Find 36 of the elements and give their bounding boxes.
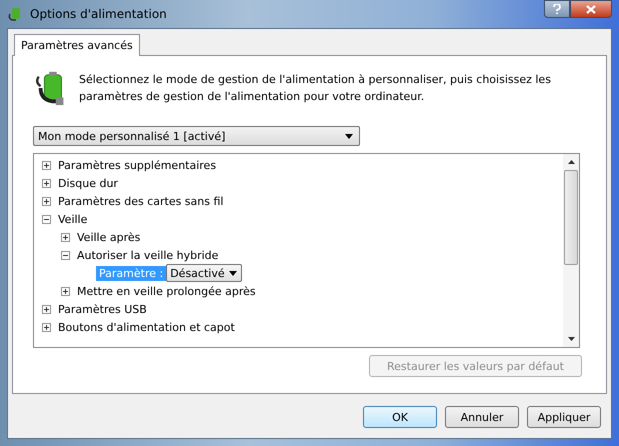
scroll-down-icon[interactable]	[568, 337, 574, 341]
tree-item[interactable]: Paramètres des cartes sans fil	[58, 194, 224, 208]
power-plan-dropdown[interactable]: Mon mode personnalisé 1 [activé]	[33, 126, 360, 146]
help-icon	[553, 4, 561, 14]
window-title: Options d'alimentation	[30, 7, 168, 21]
setting-dropdown[interactable]: Désactivé	[166, 264, 242, 282]
tree-item[interactable]: Boutons d'alimentation et capot	[58, 320, 235, 334]
close-icon	[586, 4, 596, 14]
tab[interactable]: Paramètres avancés	[14, 34, 140, 56]
tree-item[interactable]: Disque dur	[58, 176, 118, 190]
scroll-thumb[interactable]	[564, 170, 578, 265]
expander-icon[interactable]	[61, 286, 70, 296]
expander-icon[interactable]	[42, 214, 51, 224]
scroll-up-icon[interactable]	[568, 160, 574, 164]
expander-icon[interactable]	[42, 304, 51, 314]
tree-item[interactable]: Paramètres USB	[58, 302, 147, 316]
tree-item[interactable]: Veille	[58, 212, 88, 226]
description-text: Sélectionnez le mode de gestion de l'alimentation à personnaliser, puis choisissez les paramètres de gestion de l'alimentation pour votre ordinateur.	[79, 72, 552, 105]
expander-icon[interactable]	[61, 250, 70, 260]
dialog-button[interactable]: Annuler	[445, 406, 519, 428]
expander-icon[interactable]	[42, 160, 51, 170]
expander-icon[interactable]	[42, 322, 51, 332]
expander-icon[interactable]	[42, 178, 51, 188]
tree-item[interactable]: Veille après	[77, 230, 140, 244]
dropdown-caret-icon	[345, 134, 353, 138]
dropdown-caret-icon	[229, 270, 238, 276]
expander-icon[interactable]	[42, 196, 51, 206]
tree-item[interactable]: Autoriser la veille hybride	[77, 248, 218, 262]
dialog-button[interactable]: Appliquer	[527, 406, 601, 428]
tree-item[interactable]: Mettre en veille prolongée après	[77, 284, 256, 298]
scrollbar[interactable]	[563, 154, 579, 347]
help-button[interactable]	[544, 0, 570, 18]
expander-icon[interactable]	[61, 232, 70, 242]
close-button[interactable]	[570, 0, 612, 18]
dialog-button[interactable]: OK	[363, 406, 437, 428]
tree-item[interactable]: Paramètres supplémentaires	[58, 158, 216, 172]
